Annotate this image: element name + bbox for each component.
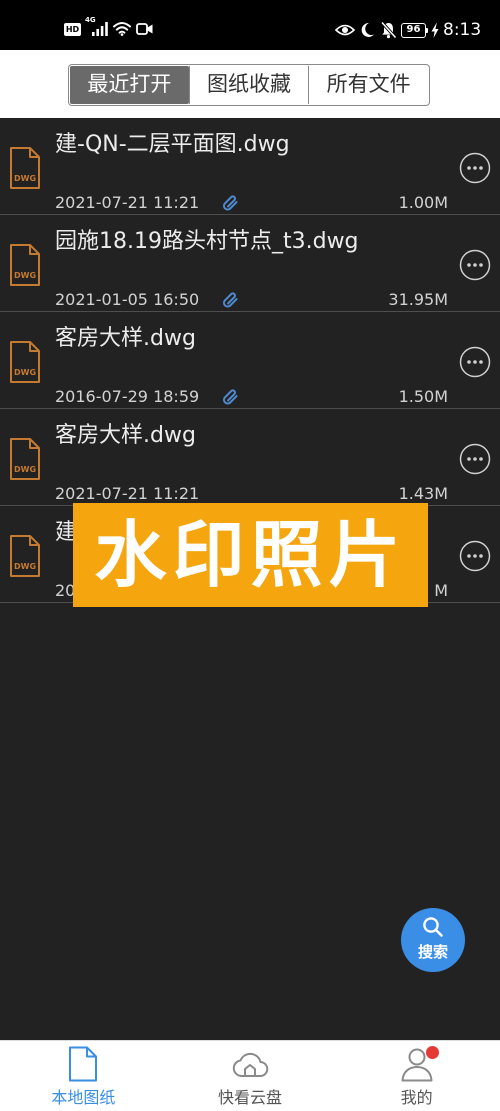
clock: 8:13 bbox=[443, 20, 482, 40]
wifi-icon bbox=[113, 22, 131, 36]
more-horizontal-icon bbox=[459, 346, 491, 378]
dwg-file-icon: DWG bbox=[10, 535, 40, 577]
moon-icon bbox=[361, 22, 374, 37]
charging-bolt-icon bbox=[431, 23, 439, 38]
dwg-file-icon: DWG bbox=[10, 147, 40, 189]
nav-label: 本地图纸 bbox=[51, 1088, 116, 1107]
file-name: 园施18.19路头村节点_t3.dwg bbox=[55, 229, 359, 254]
file-size: 1.43M bbox=[398, 484, 448, 503]
search-button[interactable]: 搜索 bbox=[401, 908, 465, 972]
file-modified-time: 2021-07-21 11:21 bbox=[55, 484, 200, 503]
nav-label: 快看云盘 bbox=[218, 1088, 283, 1107]
tab-all-files[interactable]: 所有文件 bbox=[308, 66, 428, 104]
watermark-banner: 水印照片 bbox=[73, 503, 428, 607]
nav-label: 我的 bbox=[400, 1088, 433, 1107]
tab-favorites[interactable]: 图纸收藏 bbox=[188, 66, 309, 104]
more-options-button[interactable] bbox=[459, 346, 491, 378]
battery-icon: 96 bbox=[401, 23, 428, 38]
search-button-label: 搜索 bbox=[417, 943, 448, 961]
dwg-file-icon: DWG bbox=[10, 438, 40, 480]
nav-cloud-drive[interactable]: 快看云盘 bbox=[167, 1041, 334, 1111]
paperclip-icon bbox=[223, 195, 238, 211]
file-modified-time: 2016-07-29 18:59 bbox=[55, 387, 200, 406]
file-type-label: DWG bbox=[14, 368, 36, 377]
battery-level: 96 bbox=[406, 24, 421, 35]
file-size: 1.00M bbox=[398, 193, 448, 212]
tab-recent[interactable]: 最近打开 bbox=[70, 66, 189, 104]
file-modified-time: 2021-01-05 16:50 bbox=[55, 290, 200, 309]
file-type-label: DWG bbox=[14, 562, 36, 571]
hd-icon: HD bbox=[64, 23, 81, 36]
file-row[interactable]: DWG 园施18.19路头村节点_t3.dwg 2021-01-05 16:50… bbox=[0, 215, 500, 312]
file-size: 31.95M bbox=[388, 290, 448, 309]
tab-switcher: 最近打开 图纸收藏 所有文件 bbox=[68, 64, 430, 106]
eye-icon bbox=[335, 24, 355, 36]
more-options-button[interactable] bbox=[459, 249, 491, 281]
document-icon bbox=[69, 1046, 98, 1082]
more-options-button[interactable] bbox=[459, 540, 491, 572]
nav-local-drawings[interactable]: 本地图纸 bbox=[0, 1041, 167, 1111]
more-horizontal-icon bbox=[459, 540, 491, 572]
file-type-label: DWG bbox=[14, 465, 36, 474]
nav-profile[interactable]: 我的 bbox=[333, 1041, 500, 1111]
file-row[interactable]: DWG 建-QN-二层平面图.dwg 2021-07-21 11:21 1.00… bbox=[0, 118, 500, 215]
file-row[interactable]: DWG 客房大样.dwg 2021-07-21 11:21 1.43M bbox=[0, 409, 500, 506]
header: 最近打开 图纸收藏 所有文件 bbox=[0, 50, 500, 118]
more-options-button[interactable] bbox=[459, 443, 491, 475]
paperclip-icon bbox=[223, 292, 238, 308]
file-modified-time: 2021-07-21 11:21 bbox=[55, 193, 200, 212]
file-name: 建-QN-二层平面图.dwg bbox=[55, 132, 290, 157]
file-type-label: DWG bbox=[14, 271, 36, 280]
more-horizontal-icon bbox=[459, 249, 491, 281]
file-size: M bbox=[434, 581, 448, 600]
signal-icon bbox=[92, 22, 108, 36]
cloud-icon bbox=[232, 1052, 269, 1078]
more-horizontal-icon bbox=[459, 152, 491, 184]
file-type-label: DWG bbox=[14, 174, 36, 183]
file-row[interactable]: DWG 客房大样.dwg 2016-07-29 18:59 1.50M bbox=[0, 312, 500, 409]
bottom-nav: 本地图纸 快看云盘 我的 bbox=[0, 1040, 500, 1111]
notification-badge bbox=[426, 1046, 440, 1059]
file-size: 1.50M bbox=[398, 387, 448, 406]
more-options-button[interactable] bbox=[459, 152, 491, 184]
more-horizontal-icon bbox=[459, 443, 491, 475]
paperclip-icon bbox=[223, 389, 238, 405]
search-icon bbox=[423, 917, 443, 937]
dwg-file-icon: DWG bbox=[10, 244, 40, 286]
watermark-text: 水印照片 bbox=[94, 513, 407, 597]
dwg-file-icon: DWG bbox=[10, 341, 40, 383]
file-name: 客房大样.dwg bbox=[55, 423, 196, 448]
status-bar: HD 4G 96 8:13 bbox=[0, 0, 500, 50]
file-name: 客房大样.dwg bbox=[55, 326, 196, 351]
video-camera-icon bbox=[136, 23, 153, 35]
bell-slash-icon bbox=[380, 21, 397, 39]
